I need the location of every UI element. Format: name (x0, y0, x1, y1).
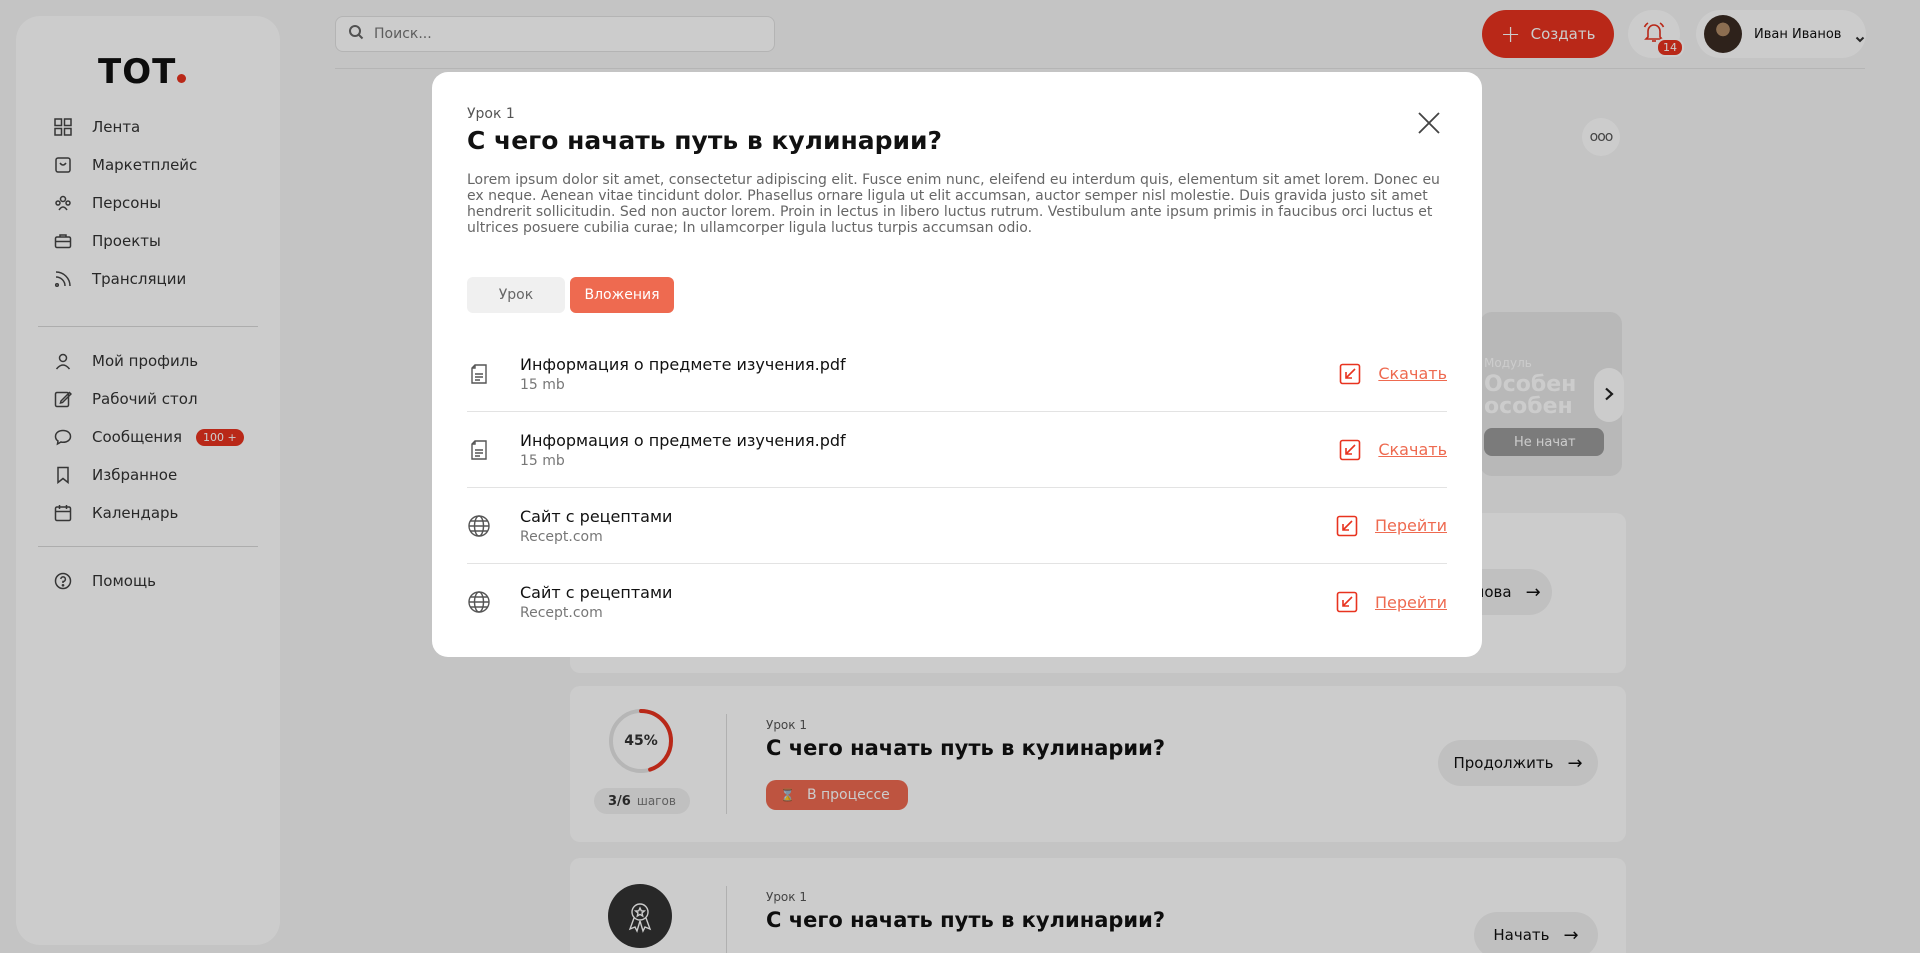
globe-icon (467, 514, 491, 538)
globe-icon (467, 590, 491, 614)
document-icon (467, 438, 491, 462)
attachment-row: Информация о предмете изучения.pdf 15 mb… (467, 412, 1447, 488)
download-link[interactable]: Скачать (1339, 363, 1447, 385)
lesson-modal: Урок 1 С чего начать путь в кулинарии? L… (432, 72, 1482, 657)
document-icon (467, 362, 491, 386)
attachment-size: 15 mb (520, 376, 565, 393)
external-link-icon (1336, 591, 1358, 613)
attachment-row: Информация о предмете изучения.pdf 15 mb… (467, 336, 1447, 412)
download-icon (1340, 363, 1361, 384)
download-link[interactable]: Скачать (1339, 439, 1447, 461)
open-link-label: Перейти (1375, 516, 1447, 535)
attachment-name: Информация о предмете изучения.pdf (520, 354, 846, 374)
open-link-label: Перейти (1375, 592, 1447, 612)
close-icon (1416, 112, 1442, 140)
tab-lesson[interactable]: Урок (467, 277, 565, 313)
attachment-domain: Recept.com (520, 528, 603, 545)
download-icon (1340, 439, 1361, 460)
close-button[interactable] (1416, 110, 1442, 136)
tab-attachments[interactable]: Вложения (570, 277, 674, 313)
attachment-name: Информация о предмете изучения.pdf (520, 430, 846, 450)
attachment-name: Сайт с рецептами (520, 506, 673, 526)
attachment-size: 15 mb (520, 452, 565, 469)
download-link-label: Скачать (1378, 440, 1447, 459)
open-link[interactable]: Перейти (1336, 515, 1447, 537)
attachment-row: Сайт с рецептами Recept.com Перейти (467, 488, 1447, 564)
open-link[interactable]: Перейти (1336, 591, 1447, 613)
attachment-domain: Recept.com (520, 605, 603, 621)
external-link-icon (1336, 515, 1358, 536)
download-link-label: Скачать (1378, 364, 1447, 383)
attachment-name: Сайт с рецептами (520, 583, 673, 602)
attachment-row: Сайт с рецептами Recept.com Перейти (467, 564, 1447, 640)
modal-description: Lorem ipsum dolor sit amet, consectetur … (467, 172, 1440, 236)
modal-lesson-label: Урок 1 (467, 106, 515, 122)
modal-title: С чего начать путь в кулинарии? (467, 126, 943, 155)
